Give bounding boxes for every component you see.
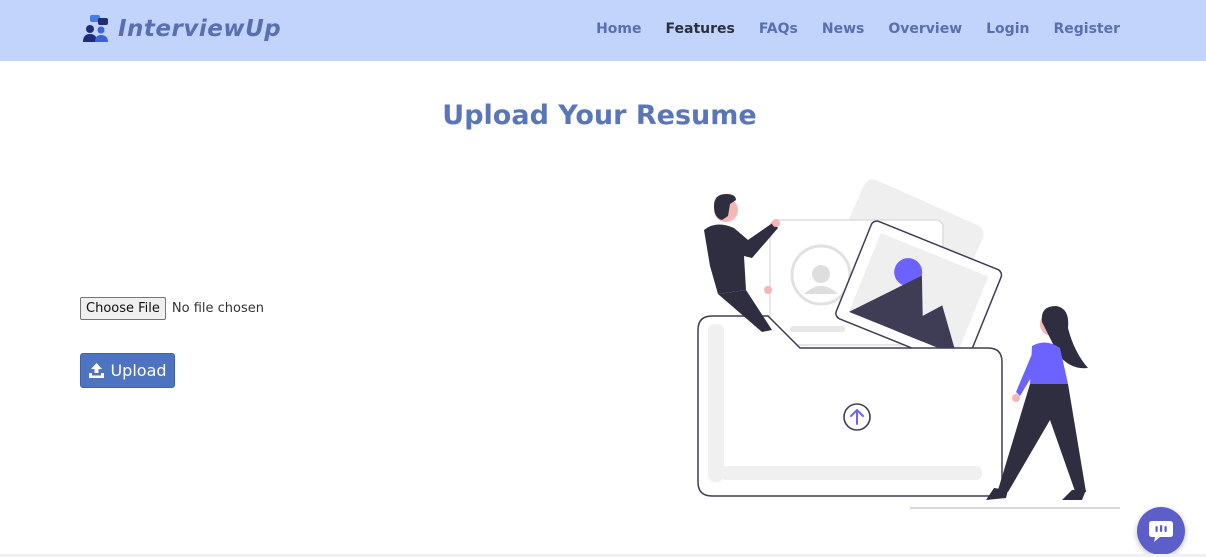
chat-bubble-icon [1149, 521, 1173, 542]
upload-button-label: Upload [110, 361, 167, 380]
nav-overview[interactable]: Overview [888, 21, 962, 37]
people-chat-icon [83, 15, 108, 42]
upload-icon [89, 363, 105, 378]
choose-file-button[interactable]: Choose File [80, 297, 166, 320]
nav-features[interactable]: Features [666, 21, 735, 37]
nav-home[interactable]: Home [596, 21, 641, 37]
nav-faqs[interactable]: FAQs [759, 21, 798, 37]
upload-button[interactable]: Upload [80, 353, 175, 388]
upload-folder-illustration [697, 179, 1120, 509]
chat-button[interactable] [1137, 507, 1185, 555]
file-status-text: No file chosen [171, 301, 264, 316]
nav-login[interactable]: Login [986, 21, 1029, 37]
nav-register[interactable]: Register [1053, 21, 1120, 37]
nav-menu: Home Features FAQs News Overview Login R… [596, 21, 1120, 37]
brand-name: InterviewUp [118, 16, 282, 42]
navbar: InterviewUp Home Features FAQs News Over… [0, 0, 1206, 61]
brand-logo[interactable]: InterviewUp [82, 14, 281, 44]
nav-news[interactable]: News [822, 21, 864, 37]
file-input: Choose File No file chosen [80, 297, 264, 320]
page-title: Upload Your Resume [442, 100, 757, 131]
